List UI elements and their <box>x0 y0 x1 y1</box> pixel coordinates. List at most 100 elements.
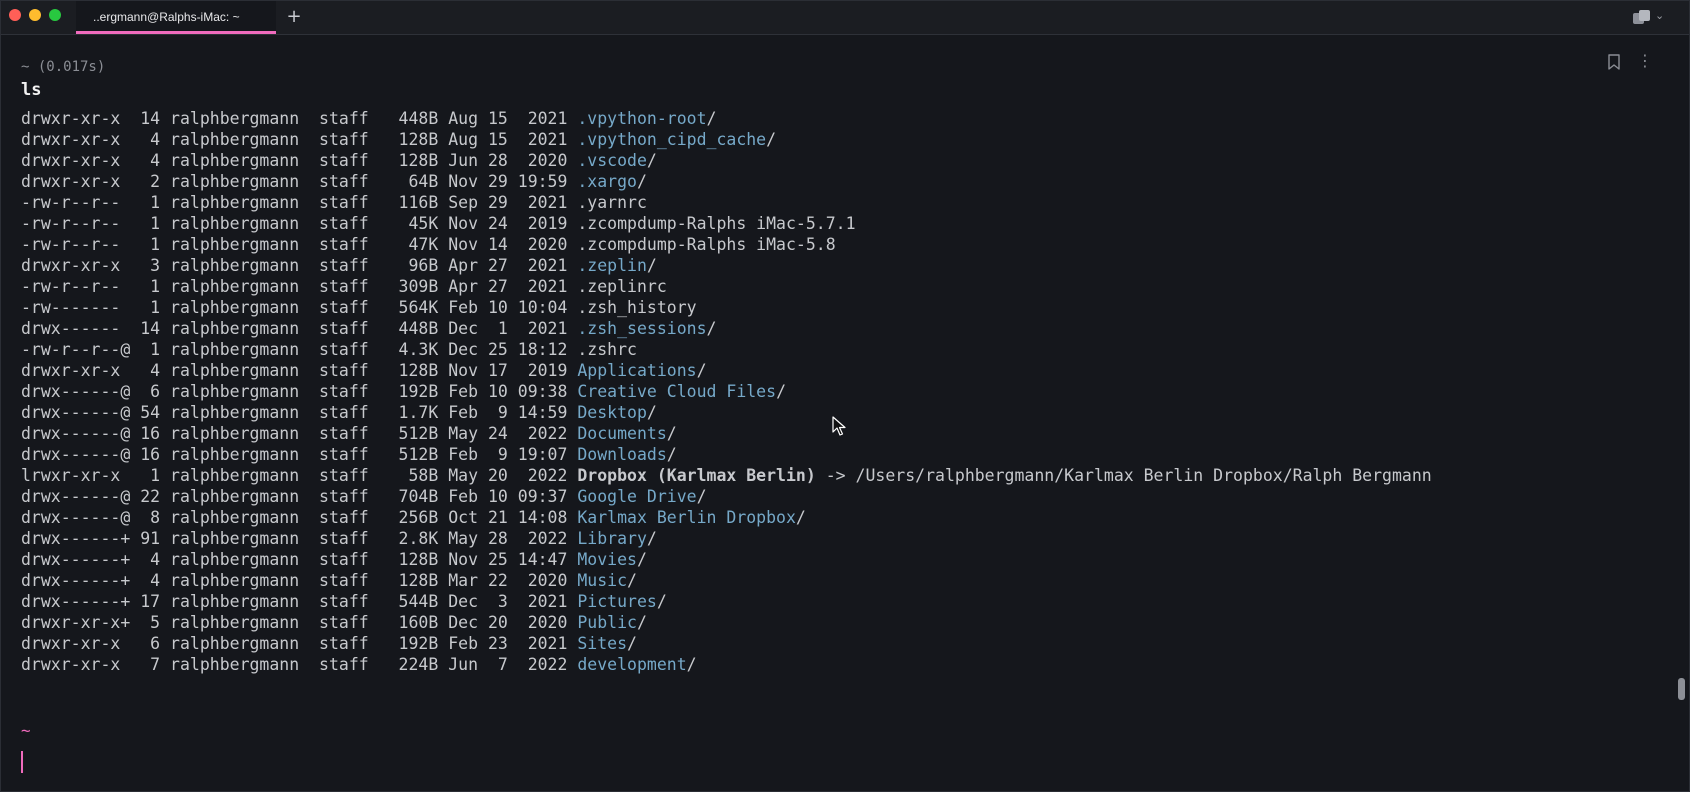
list-item: lrwxr-xr-x 1 ralphbergmann staff 58B May… <box>21 465 1661 486</box>
group: staff <box>319 613 369 632</box>
directory-name[interactable]: .vscode <box>577 151 647 170</box>
directory-suffix: / <box>706 109 717 128</box>
owner: ralphbergmann <box>170 151 300 170</box>
file-name[interactable]: .yarnrc <box>577 193 647 212</box>
zoom-window-button[interactable] <box>49 9 61 21</box>
directory-name[interactable]: Google Drive <box>577 487 696 506</box>
bookmark-icon[interactable] <box>1607 54 1621 70</box>
permissions: drwxr-xr-x <box>21 634 131 653</box>
link-count: 4 <box>140 130 161 149</box>
directory-name[interactable]: Music <box>577 571 627 590</box>
link-count: 16 <box>140 424 161 443</box>
link-count: 1 <box>140 235 161 254</box>
file-name[interactable]: .zeplinrc <box>577 277 666 296</box>
permissions: -rw-r--r-- <box>21 214 131 233</box>
modified-date: Feb 9 19:07 <box>448 445 568 464</box>
tab-active[interactable]: ..ergmann@Ralphs-iMac: ~ <box>76 1 276 34</box>
link-count: 3 <box>140 256 161 275</box>
link-count: 17 <box>140 592 161 611</box>
directory-name[interactable]: Library <box>577 529 647 548</box>
list-item: drwx------@ 6 ralphbergmann staff 192B F… <box>21 381 1661 402</box>
directory-suffix: / <box>666 445 677 464</box>
scrollbar-thumb[interactable] <box>1678 678 1685 700</box>
file-name[interactable]: .zcompdump-Ralphs iMac-5.7.1 <box>577 214 855 233</box>
size: 2.8K <box>398 529 439 548</box>
owner: ralphbergmann <box>170 424 300 443</box>
modified-date: Dec 20 2020 <box>448 613 568 632</box>
link-count: 54 <box>140 403 161 422</box>
size: 128B <box>398 151 439 170</box>
owner: ralphbergmann <box>170 508 300 527</box>
directory-name[interactable]: Sites <box>577 634 627 653</box>
group: staff <box>319 655 369 674</box>
permissions: drwxr-xr-x <box>21 655 131 674</box>
file-name[interactable]: .zsh_history <box>577 298 696 317</box>
list-item: drwx------@ 16 ralphbergmann staff 512B … <box>21 444 1661 465</box>
modified-date: Aug 15 2021 <box>448 130 568 149</box>
group: staff <box>319 382 369 401</box>
file-name[interactable]: .zshrc <box>577 340 637 359</box>
size: 58B <box>398 466 439 485</box>
symlink-arrow: -> <box>815 466 856 485</box>
directory-name[interactable]: Pictures <box>577 592 656 611</box>
group: staff <box>319 361 369 380</box>
list-item: drwx------+ 91 ralphbergmann staff 2.8K … <box>21 528 1661 549</box>
modified-date: Feb 9 14:59 <box>448 403 568 422</box>
mouse-pointer-icon <box>832 416 846 436</box>
owner: ralphbergmann <box>170 319 300 338</box>
directory-name[interactable]: Downloads <box>577 445 666 464</box>
list-item: drwx------+ 17 ralphbergmann staff 544B … <box>21 591 1661 612</box>
directory-name[interactable]: development <box>577 655 686 674</box>
group: staff <box>319 235 369 254</box>
list-item: drwxr-xr-x 4 ralphbergmann staff 128B Ju… <box>21 150 1661 171</box>
file-name[interactable]: .zcompdump-Ralphs iMac-5.8 <box>577 235 835 254</box>
directory-name[interactable]: Public <box>577 613 637 632</box>
owner: ralphbergmann <box>170 655 300 674</box>
directory-name[interactable]: Applications <box>577 361 696 380</box>
prompt-directory: ~ <box>21 721 31 740</box>
panes-menu-button[interactable]: ⌄ <box>1631 8 1671 28</box>
directory-suffix: / <box>666 424 677 443</box>
owner: ralphbergmann <box>170 277 300 296</box>
owner: ralphbergmann <box>170 172 300 191</box>
permissions: drwxr-xr-x+ <box>21 613 131 632</box>
size: 512B <box>398 445 439 464</box>
new-tab-button[interactable]: + <box>283 5 305 29</box>
modified-date: Dec 3 2021 <box>448 592 568 611</box>
directory-name[interactable]: .vpython-root <box>577 109 706 128</box>
directory-name[interactable]: .xargo <box>577 172 637 191</box>
directory-name[interactable]: .zsh_sessions <box>577 319 706 338</box>
directory-name[interactable]: Creative Cloud Files <box>577 382 776 401</box>
minimize-window-button[interactable] <box>29 9 41 21</box>
size: 448B <box>398 319 439 338</box>
modified-date: May 24 2022 <box>448 424 568 443</box>
owner: ralphbergmann <box>170 109 300 128</box>
chevron-down-icon: ⌄ <box>1655 9 1665 22</box>
directory-name[interactable]: Documents <box>577 424 666 443</box>
owner: ralphbergmann <box>170 256 300 275</box>
input-caret[interactable] <box>21 751 23 773</box>
group: staff <box>319 445 369 464</box>
more-vertical-icon[interactable]: ⋮ <box>1637 52 1653 70</box>
list-item: drwx------+ 4 ralphbergmann staff 128B M… <box>21 570 1661 591</box>
list-item: drwxr-xr-x 7 ralphbergmann staff 224B Ju… <box>21 654 1661 675</box>
directory-name[interactable]: Karlmax Berlin Dropbox <box>577 508 796 527</box>
permissions: -rw-r--r-- <box>21 277 131 296</box>
symlink-name[interactable]: Dropbox (Karlmax Berlin) <box>577 466 815 485</box>
owner: ralphbergmann <box>170 361 300 380</box>
size: 45K <box>398 214 439 233</box>
group: staff <box>319 634 369 653</box>
directory-name[interactable]: Movies <box>577 550 637 569</box>
modified-date: Nov 25 14:47 <box>448 550 568 569</box>
directory-suffix: / <box>706 319 717 338</box>
directory-name[interactable]: Desktop <box>577 403 647 422</box>
permissions: drwx------+ <box>21 571 131 590</box>
directory-suffix: / <box>636 613 647 632</box>
permissions: drwx------@ <box>21 424 131 443</box>
directory-name[interactable]: .vpython_cipd_cache <box>577 130 766 149</box>
close-window-button[interactable] <box>9 9 21 21</box>
group: staff <box>319 487 369 506</box>
permissions: drwx------ <box>21 319 131 338</box>
size: 128B <box>398 361 439 380</box>
directory-name[interactable]: .zeplin <box>577 256 647 275</box>
